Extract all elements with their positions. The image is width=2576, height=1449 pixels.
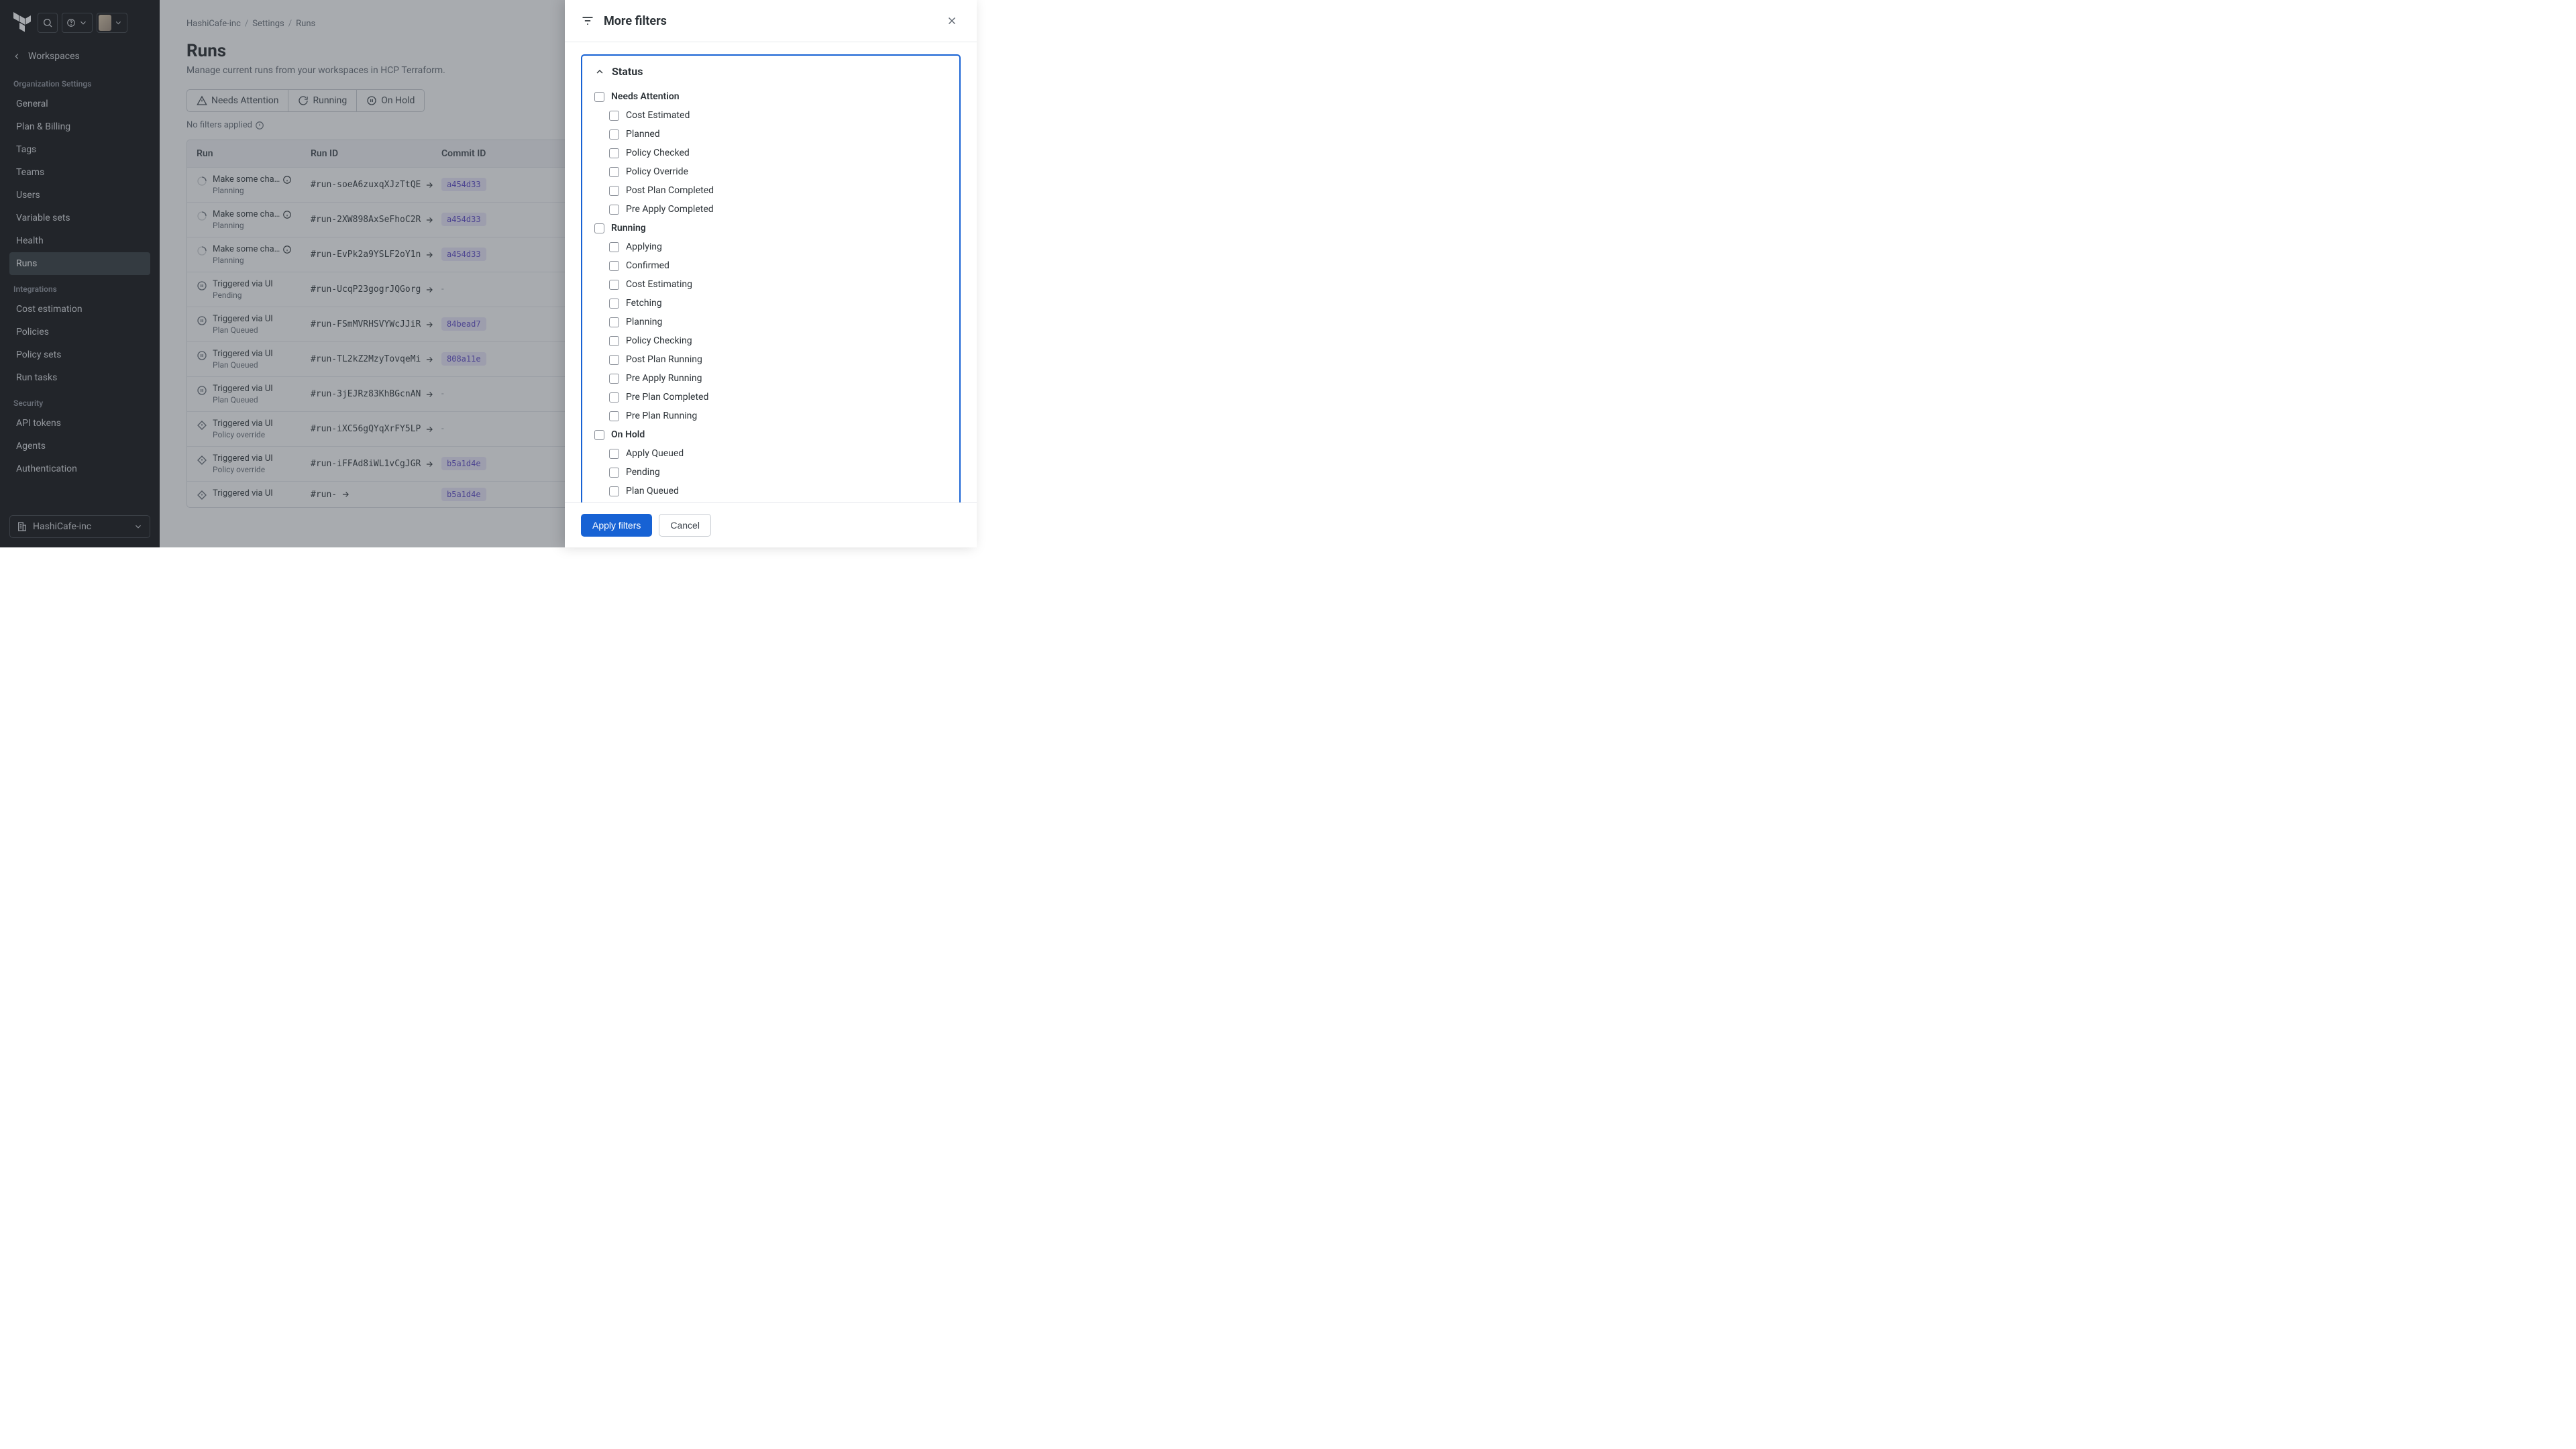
checkbox[interactable]	[594, 223, 604, 233]
filter-policy-checking[interactable]: Policy Checking	[594, 331, 947, 350]
cancel-button[interactable]: Cancel	[659, 514, 711, 537]
filter-needs-attention[interactable]: Needs Attention	[594, 87, 947, 106]
filter-on-hold[interactable]: On Hold	[594, 425, 947, 444]
filter-planning[interactable]: Planning	[594, 313, 947, 331]
checkbox[interactable]	[609, 299, 619, 309]
filter-pre-apply-running[interactable]: Pre Apply Running	[594, 369, 947, 388]
checkbox[interactable]	[609, 205, 619, 215]
filter-icon	[581, 14, 594, 28]
status-group-toggle[interactable]: Status	[594, 65, 947, 78]
filter-pending[interactable]: Pending	[594, 463, 947, 482]
filter-pre-plan-completed[interactable]: Pre Plan Completed	[594, 388, 947, 407]
filter-post-plan-running[interactable]: Post Plan Running	[594, 350, 947, 369]
checkbox[interactable]	[594, 430, 604, 440]
filter-apply-queued[interactable]: Apply Queued	[594, 444, 947, 463]
checkbox[interactable]	[609, 167, 619, 177]
checkbox[interactable]	[609, 411, 619, 421]
checkbox[interactable]	[609, 449, 619, 459]
panel-title: More filters	[604, 14, 667, 28]
filter-pre-plan-running[interactable]: Pre Plan Running	[594, 407, 947, 425]
checkbox[interactable]	[609, 148, 619, 158]
checkbox[interactable]	[609, 317, 619, 327]
checkbox[interactable]	[609, 336, 619, 346]
filter-planned[interactable]: Planned	[594, 125, 947, 144]
checkbox[interactable]	[609, 486, 619, 496]
chevron-up-icon	[594, 66, 605, 77]
filter-pre-apply-completed[interactable]: Pre Apply Completed	[594, 200, 947, 219]
filter-cost-estimating[interactable]: Cost Estimating	[594, 275, 947, 294]
status-filter-group: Status Needs Attention Cost EstimatedPla…	[581, 54, 961, 502]
checkbox[interactable]	[594, 92, 604, 102]
filter-applying[interactable]: Applying	[594, 237, 947, 256]
checkbox[interactable]	[609, 111, 619, 121]
filter-post-plan-completed[interactable]: Post Plan Completed	[594, 181, 947, 200]
checkbox[interactable]	[609, 468, 619, 478]
close-icon[interactable]	[943, 12, 961, 30]
apply-filters-button[interactable]: Apply filters	[581, 514, 652, 537]
checkbox[interactable]	[609, 374, 619, 384]
filter-policy-checked[interactable]: Policy Checked	[594, 144, 947, 162]
checkbox[interactable]	[609, 261, 619, 271]
checkbox[interactable]	[609, 355, 619, 365]
filter-plan-queued[interactable]: Plan Queued	[594, 482, 947, 500]
filter-fetching[interactable]: Fetching	[594, 294, 947, 313]
filter-cost-estimated[interactable]: Cost Estimated	[594, 106, 947, 125]
checkbox[interactable]	[609, 129, 619, 140]
checkbox[interactable]	[609, 186, 619, 196]
checkbox[interactable]	[609, 242, 619, 252]
checkbox[interactable]	[609, 392, 619, 402]
filter-policy-override[interactable]: Policy Override	[594, 162, 947, 181]
filter-confirmed[interactable]: Confirmed	[594, 256, 947, 275]
more-filters-panel: More filters Status Needs Attention Cost…	[565, 0, 977, 547]
checkbox[interactable]	[609, 280, 619, 290]
filter-running[interactable]: Running	[594, 219, 947, 237]
